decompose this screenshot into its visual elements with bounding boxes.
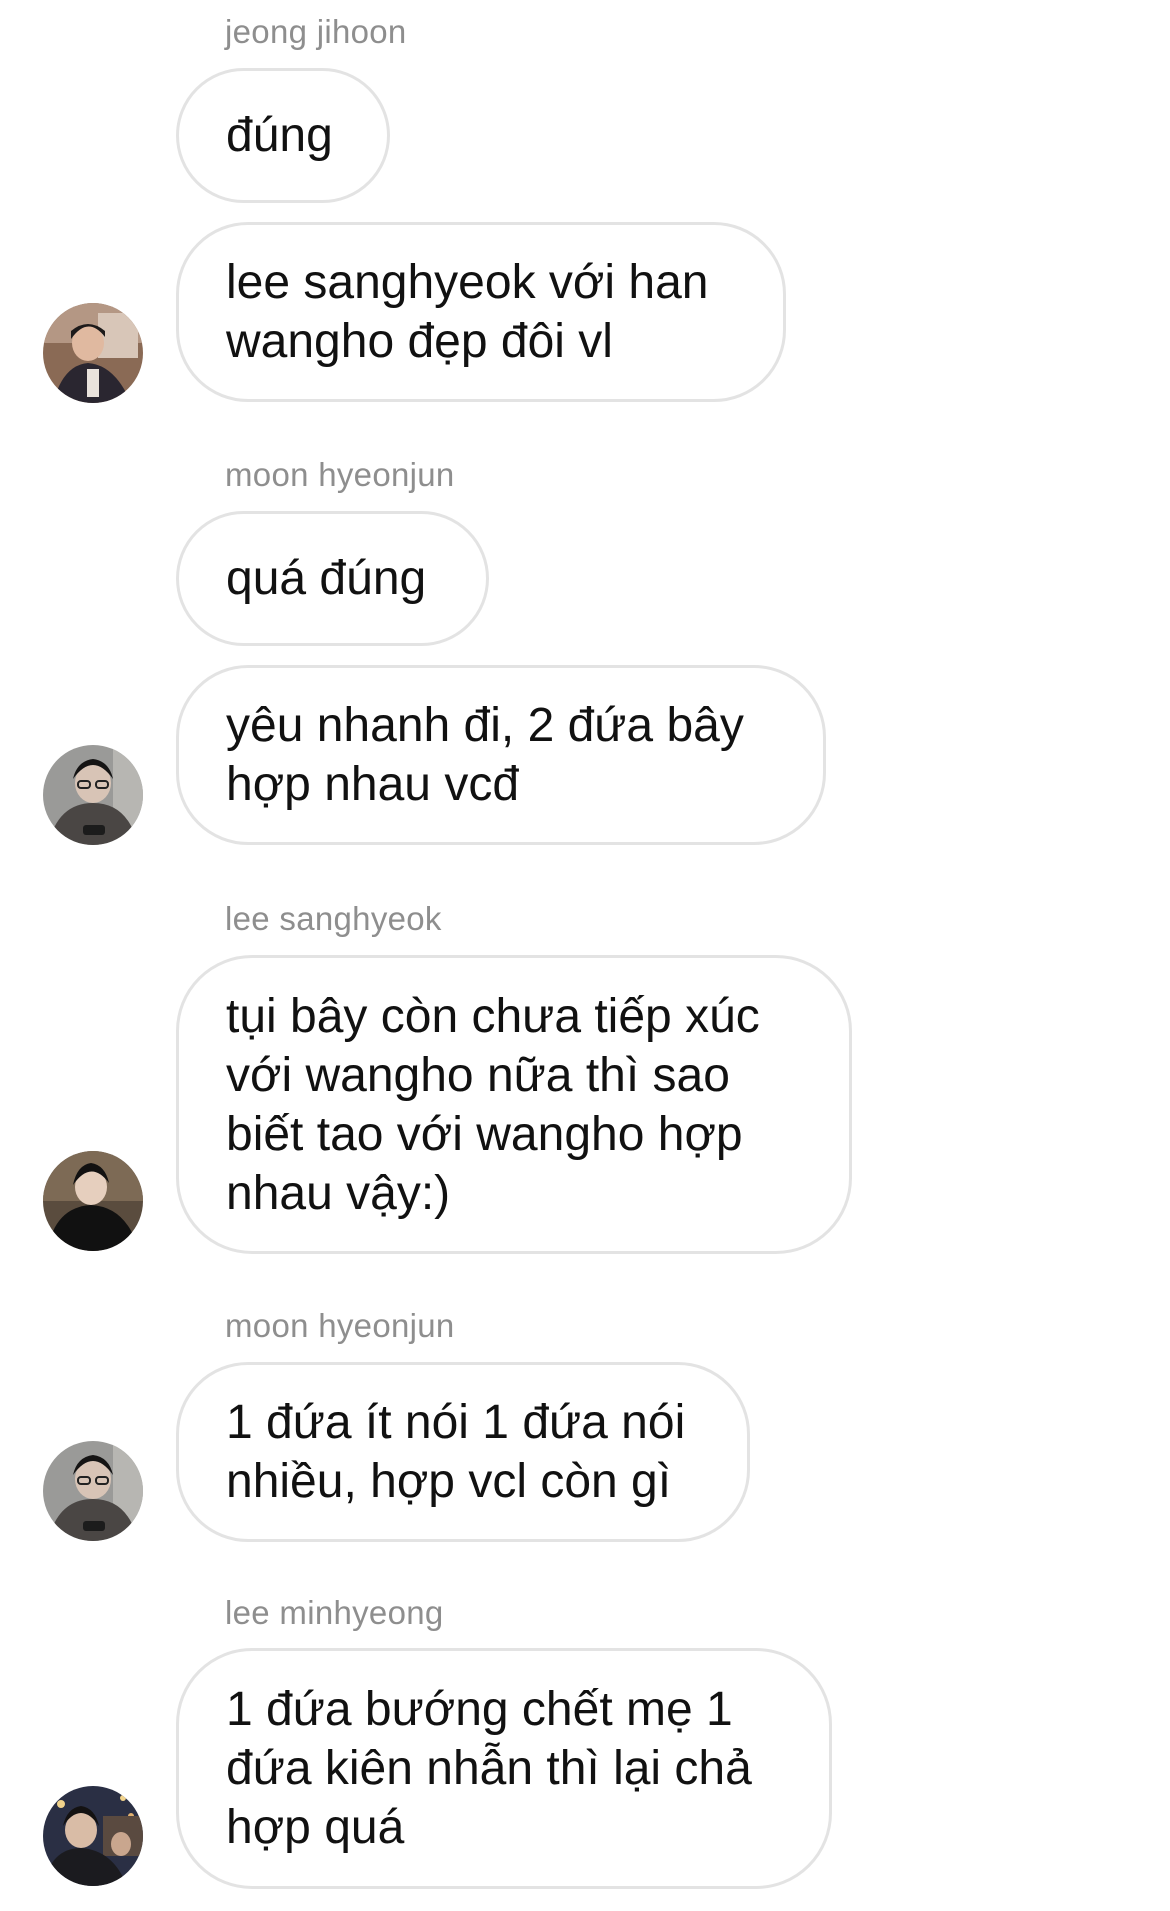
message-bubble[interactable]: 1 đứa ít nói 1 đứa nói nhiều, hợp vcl cò…	[176, 1362, 750, 1542]
message-bubble[interactable]: 1 đứa bướng chết mẹ 1 đứa kiên nhẫn thì …	[176, 1648, 832, 1889]
sender-name: lee sanghyeok	[225, 900, 442, 937]
avatar-photo-icon	[43, 745, 143, 845]
sender-name: moon hyeonjun	[225, 456, 455, 493]
avatar-photo-icon	[43, 303, 143, 403]
avatar[interactable]	[43, 745, 143, 845]
sender-name: jeong jihoon	[225, 13, 407, 50]
message-bubble[interactable]: tụi bây còn chưa tiếp xúc với wangho nữa…	[176, 955, 852, 1254]
avatar[interactable]	[43, 1441, 143, 1541]
avatar-photo-icon	[43, 1441, 143, 1541]
sender-name: moon hyeonjun	[225, 1307, 455, 1344]
message-bubble[interactable]: đúng	[176, 68, 390, 203]
message-bubble[interactable]: yêu nhanh đi, 2 đứa bây hợp nhau vcđ	[176, 665, 826, 845]
avatar[interactable]	[43, 1786, 143, 1886]
avatar-photo-icon	[43, 1151, 143, 1251]
sender-name: lee minhyeong	[225, 1594, 444, 1631]
avatar[interactable]	[43, 1151, 143, 1251]
avatar-photo-icon	[43, 1786, 143, 1886]
message-bubble[interactable]: quá đúng	[176, 511, 489, 646]
avatar[interactable]	[43, 303, 143, 403]
message-bubble[interactable]: lee sanghyeok với han wangho đẹp đôi vl	[176, 222, 786, 402]
